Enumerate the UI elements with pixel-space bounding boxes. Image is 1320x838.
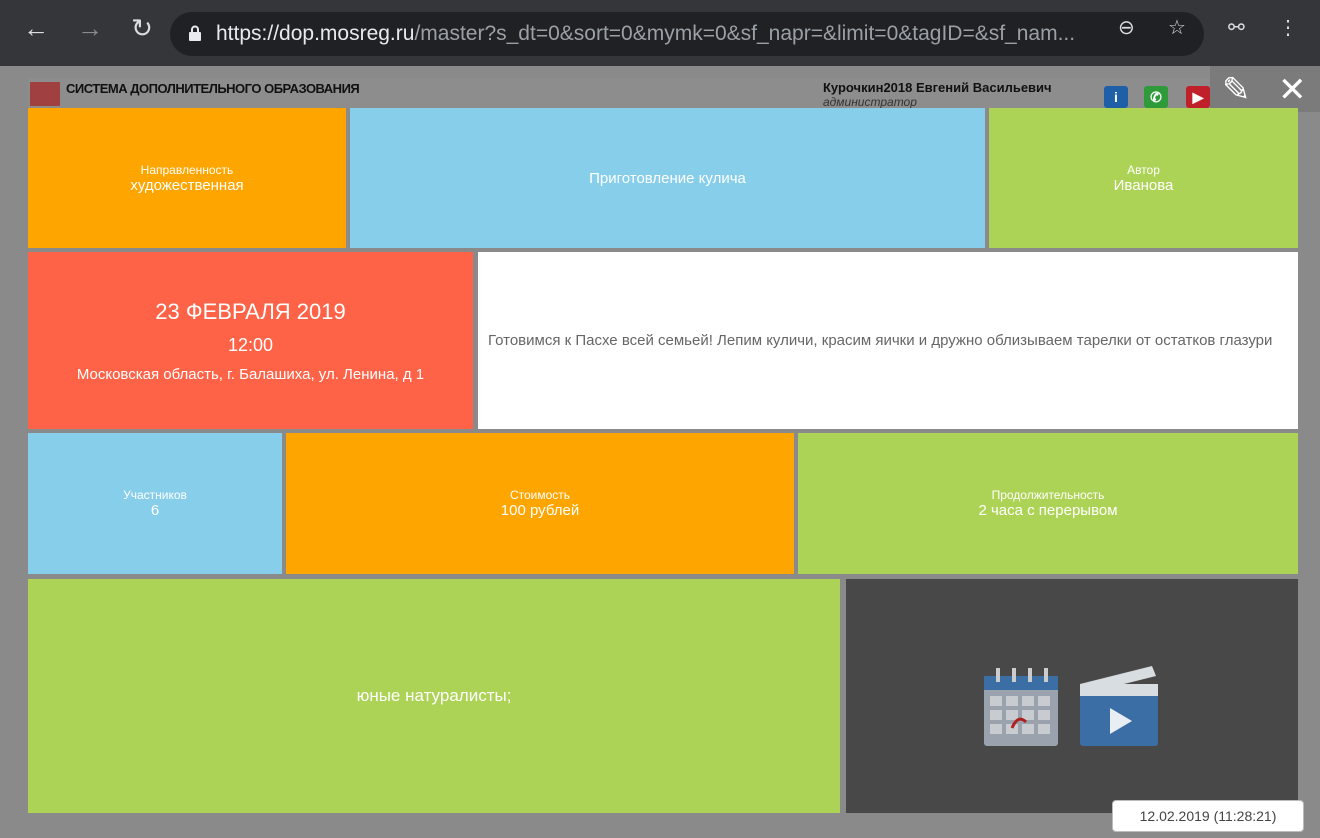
duration-tile: Продолжительность 2 часа с перерывом xyxy=(798,433,1298,574)
user-name: Курочкин2018 Евгений Васильевич xyxy=(823,80,1052,95)
youtube-icon[interactable]: ▶ xyxy=(1186,86,1210,108)
calendar-icon[interactable] xyxy=(982,664,1062,748)
menu-icon[interactable]: ⋮ xyxy=(1278,16,1298,40)
duration-value: 2 часа с перерывом xyxy=(978,502,1118,519)
author-value: Иванова xyxy=(1113,176,1174,194)
url-path: /master?s_dt=0&sort=0&mymk=0&sf_napr=&li… xyxy=(414,22,1076,45)
tags-tile: юные натуралисты; xyxy=(28,579,840,813)
site-logo xyxy=(30,82,60,106)
event-description: Готовимся к Пасхе всей семьей! Лепим кул… xyxy=(488,331,1273,349)
cost-tile: Стоимость 100 рублей xyxy=(286,433,794,574)
url-text: https://dop.mosreg.ru/master?s_dt=0&sort… xyxy=(216,22,1075,46)
direction-tile: Направленность художественная xyxy=(28,108,346,248)
video-clapper-icon[interactable] xyxy=(1076,664,1162,748)
cost-value: 100 рублей xyxy=(500,502,580,519)
phone-icon[interactable]: ✆ xyxy=(1144,86,1168,108)
lock-icon xyxy=(189,25,201,41)
author-label: Автор xyxy=(1127,162,1160,177)
site-title: СИСТЕМА ДОПОЛНИТЕЛЬНОГО ОБРАЗОВАНИЯ xyxy=(66,81,360,96)
duration-label: Продолжительность xyxy=(991,488,1105,502)
url-host: https://dop.mosreg.ru xyxy=(216,22,415,45)
participants-label: Участников xyxy=(123,488,187,502)
cost-label: Стоимость xyxy=(509,488,571,502)
media-tile xyxy=(846,579,1298,813)
close-icon[interactable]: ✕ xyxy=(1278,72,1307,108)
back-icon[interactable]: ← xyxy=(20,14,52,42)
star-icon[interactable]: ☆ xyxy=(1168,16,1186,40)
zoom-icon[interactable]: ⊖ xyxy=(1118,16,1135,40)
reload-icon[interactable]: ↻ xyxy=(126,14,158,42)
date-tile: 23 ФЕВРАЛЯ 2019 12:00 Московская область… xyxy=(28,252,473,429)
event-address: Московская область, г. Балашиха, ул. Лен… xyxy=(76,365,425,383)
participants-value: 6 xyxy=(150,502,160,519)
event-title-tile: Приготовление кулича xyxy=(350,108,985,248)
event-title: Приготовление кулича xyxy=(589,169,746,187)
event-tags: юные натуралисты; xyxy=(356,686,512,705)
event-time: 12:00 xyxy=(227,334,274,355)
direction-value: художественная xyxy=(130,176,244,194)
event-date: 23 ФЕВРАЛЯ 2019 xyxy=(155,298,346,324)
user-role: администратор xyxy=(823,95,917,109)
forward-icon[interactable]: → xyxy=(74,14,106,42)
info-icon[interactable]: i xyxy=(1104,86,1128,108)
timestamp-badge: 12.02.2019 (11:28:21) xyxy=(1112,800,1304,832)
address-bar[interactable]: https://dop.mosreg.ru/master?s_dt=0&sort… xyxy=(170,12,1204,56)
participants-tile: Участников 6 xyxy=(28,433,282,574)
edit-icon[interactable]: ✎ xyxy=(1222,72,1251,108)
author-tile: Автор Иванова xyxy=(989,108,1298,248)
description-tile: Готовимся к Пасхе всей семьей! Лепим кул… xyxy=(478,252,1298,429)
browser-toolbar: ← → ↻ https://dop.mosreg.ru/master?s_dt=… xyxy=(0,0,1320,66)
direction-label: Направленность xyxy=(140,162,234,177)
incognito-icon[interactable]: ⚯ xyxy=(1228,16,1245,40)
